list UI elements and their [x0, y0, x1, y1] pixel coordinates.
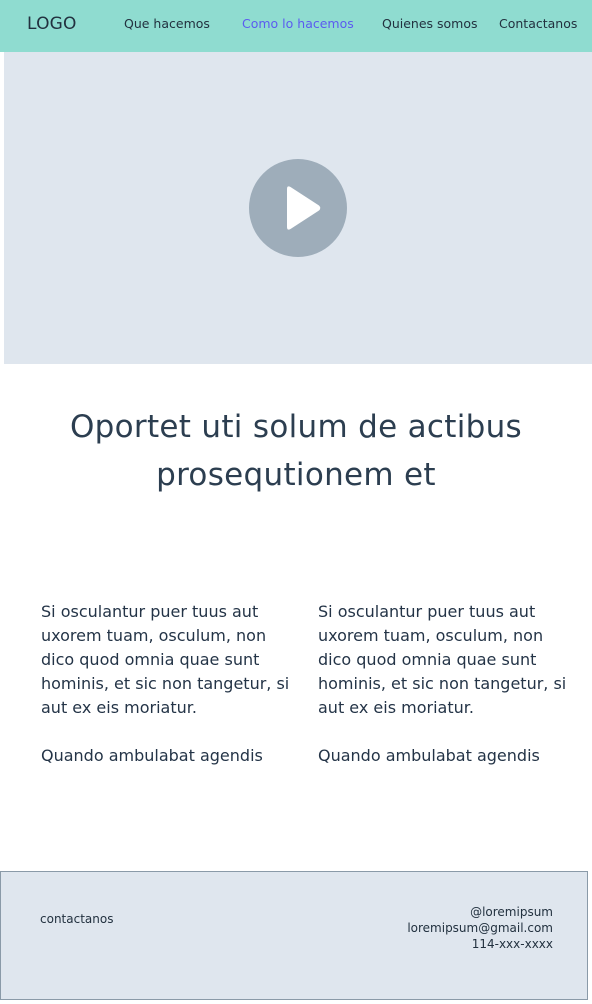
text-column-right: Si osculantur puer tuus aut uxorem tuam,… [318, 600, 568, 768]
column-tagline: Quando ambulabat agendis [41, 746, 263, 765]
footer-contact-info: @loremipsum loremipsum@gmail.com 114-xxx… [407, 904, 553, 952]
play-icon [287, 186, 321, 230]
column-paragraph: Si osculantur puer tuus aut uxorem tuam,… [318, 602, 567, 717]
column-tagline: Quando ambulabat agendis [318, 746, 540, 765]
column-paragraph: Si osculantur puer tuus aut uxorem tuam,… [41, 602, 290, 717]
footer: contactanos @loremipsum loremipsum@gmail… [0, 871, 588, 1000]
text-column-left: Si osculantur puer tuus aut uxorem tuam,… [41, 600, 291, 768]
footer-email[interactable]: loremipsum@gmail.com [407, 920, 553, 936]
logo[interactable]: LOGO [27, 14, 77, 34]
footer-handle[interactable]: @loremipsum [407, 904, 553, 920]
footer-phone[interactable]: 114-xxx-xxxx [407, 936, 553, 952]
nav-link-contactanos[interactable]: Contactanos [499, 16, 577, 31]
page: LOGO Que hacemos Como lo hacemos Quienes… [0, 0, 592, 1004]
nav-link-como-lo-hacemos[interactable]: Como lo hacemos [242, 16, 354, 31]
nav-link-quienes-somos[interactable]: Quienes somos [382, 16, 478, 31]
video-player[interactable] [4, 52, 592, 364]
top-nav: LOGO Que hacemos Como lo hacemos Quienes… [0, 0, 592, 52]
nav-link-que-hacemos[interactable]: Que hacemos [124, 16, 210, 31]
play-button[interactable] [249, 159, 347, 257]
footer-contact-label: contactanos [40, 912, 114, 926]
page-headline: Oportet uti solum de actibus proseqution… [69, 409, 522, 493]
